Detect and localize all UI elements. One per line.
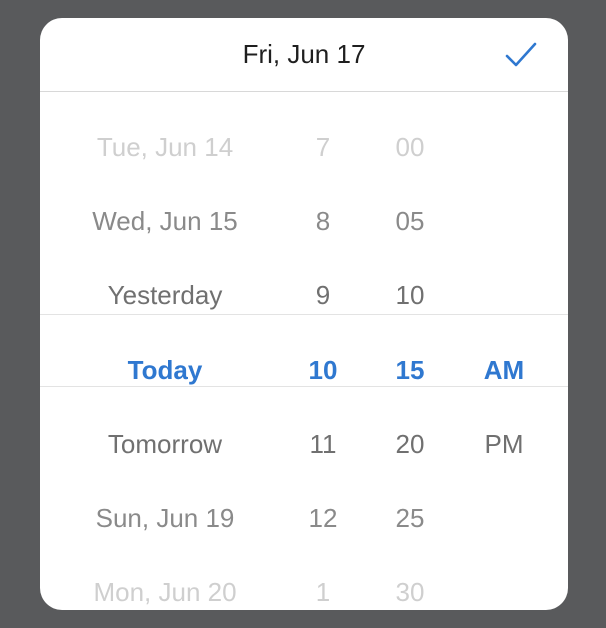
date-option[interactable]: Yesterday [40,275,290,315]
hour-option[interactable]: 9 [290,275,356,315]
hour-option[interactable]: 1 [290,572,356,610]
date-option[interactable]: Tomorrow [40,424,290,464]
checkmark-icon[interactable] [504,40,538,70]
period-wheel[interactable]: AM PM [464,92,544,610]
hour-option[interactable]: 8 [290,201,356,241]
hour-wheel[interactable]: 7 8 9 10 11 12 1 [290,92,356,610]
minute-wheel[interactable]: 00 05 10 15 20 25 30 [356,92,464,610]
date-wheel[interactable]: Tue, Jun 14 Wed, Jun 15 Yesterday Today … [40,92,290,610]
minute-option[interactable]: 00 [356,127,464,167]
date-option[interactable]: Sun, Jun 19 [40,498,290,538]
minute-option[interactable]: 25 [356,498,464,538]
date-option-selected[interactable]: Today [40,350,290,390]
picker-title: Fri, Jun 17 [242,39,366,69]
minute-option[interactable]: 30 [356,572,464,610]
date-option[interactable]: Wed, Jun 15 [40,201,290,241]
minute-option[interactable]: 10 [356,275,464,315]
picker-header: Fri, Jun 17 [40,18,568,92]
minute-option[interactable]: 05 [356,201,464,241]
period-option-selected[interactable]: AM [464,350,544,390]
picker-wheels: Tue, Jun 14 Wed, Jun 15 Yesterday Today … [40,92,568,610]
minute-option-selected[interactable]: 15 [356,350,464,390]
date-option[interactable]: Tue, Jun 14 [40,127,290,167]
hour-option[interactable]: 7 [290,127,356,167]
minute-option[interactable]: 20 [356,424,464,464]
hour-option[interactable]: 11 [290,424,356,464]
hour-option-selected[interactable]: 10 [290,350,356,390]
hour-option[interactable]: 12 [290,498,356,538]
period-option[interactable]: PM [464,424,544,464]
date-option[interactable]: Mon, Jun 20 [40,572,290,610]
date-time-picker-dialog: Fri, Jun 17 Tue, Jun 14 Wed, Jun 15 Yest… [40,18,568,610]
